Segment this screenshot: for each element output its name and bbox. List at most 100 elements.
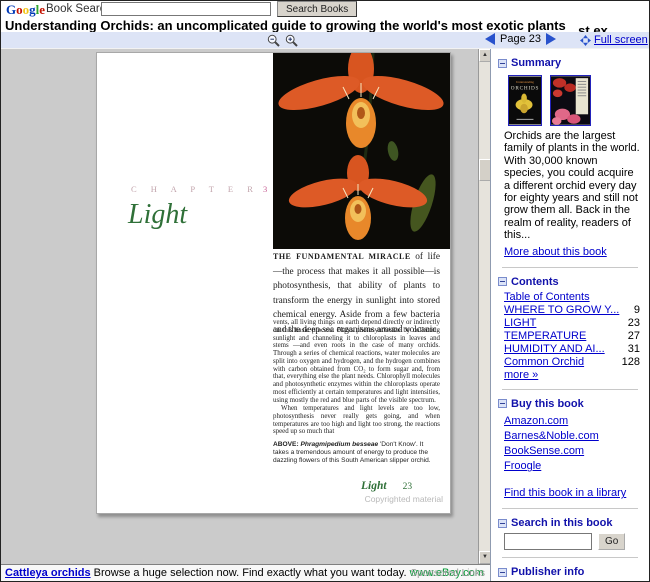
front-cover-thumbnail[interactable]: Understanding ORCHIDS (508, 75, 542, 126)
book-viewer: C H A P T E R 3 Light THE FUNDAMENTAL MI… (1, 49, 490, 564)
zoom-controls (267, 34, 298, 47)
find-in-library-link[interactable]: Find this book in a library (504, 487, 626, 499)
google-book-search-window: Google Book Search Search Books Understa… (0, 0, 650, 582)
photo-caption: ABOVE: Phragmipedium besseae 'Don't Know… (273, 441, 435, 465)
scroll-down-button[interactable]: ▼ (479, 551, 490, 564)
toc-more-link[interactable]: more » (504, 369, 538, 382)
contents-section-header: Contents (498, 276, 650, 288)
section-divider (502, 508, 638, 509)
section-divider (502, 389, 638, 390)
page-title: Understanding Orchids: an uncomplicated … (1, 18, 566, 33)
go-button[interactable]: Go (598, 533, 625, 550)
page-navigation: Page 23 (485, 33, 556, 45)
zoom-out-icon[interactable] (267, 34, 280, 47)
toc-row: Common Orchid 128 (504, 356, 650, 369)
title-row: Understanding Orchids: an uncomplicated … (1, 17, 649, 32)
fullscreen-link[interactable]: Full screen (594, 34, 648, 46)
search-in-book-input[interactable] (504, 533, 592, 550)
orchid-photo (273, 53, 450, 249)
zoom-in-icon[interactable] (285, 34, 298, 47)
buy-link-amazon[interactable]: Amazon.com (504, 415, 568, 427)
chapter-title: Light (128, 199, 187, 231)
svg-text:ORCHIDS: ORCHIDS (511, 86, 539, 92)
toc-row: TEMPERATURE 27 (504, 330, 650, 343)
toc-link[interactable]: LIGHT (504, 317, 536, 330)
scrollbar-thumb[interactable] (479, 159, 490, 181)
toc-page-number: 31 (628, 343, 640, 356)
collapse-minus-icon[interactable] (498, 399, 507, 408)
search-books-button[interactable]: Search Books (277, 1, 357, 17)
toc-page-number: 128 (622, 356, 640, 369)
collapse-minus-icon[interactable] (498, 519, 507, 528)
caption-species: Phragmipedium besseae (300, 441, 378, 448)
toc-row: Table of Contents (504, 291, 650, 304)
copyright-notice: Copyrighted material (365, 494, 443, 504)
lead-phrase: THE FUNDAMENTAL MIRACLE (273, 252, 411, 261)
toc-row: HUMIDITY AND AI... 31 (504, 343, 650, 356)
toc-link[interactable]: HUMIDITY AND AI... (504, 343, 605, 356)
toc-row: WHERE TO GROW Y... 9 (504, 304, 650, 317)
printed-page-number: 23 (403, 482, 413, 492)
buy-link-barnesnoble[interactable]: Barnes&Noble.com (504, 430, 599, 442)
toc-page-number: 9 (634, 304, 640, 317)
fullscreen-control[interactable]: Full screen (580, 34, 648, 46)
toc-page-number: 23 (628, 317, 640, 330)
sponsored-links-bar: Cattleya orchids Browse a huge selection… (1, 564, 490, 581)
section-divider (502, 267, 638, 268)
buy-section-header: Buy this book (498, 398, 650, 410)
body-paragraph: vents, all living things on earth depend… (273, 319, 440, 404)
scroll-up-button[interactable]: ▲ (479, 49, 490, 62)
book-covers: Understanding ORCHIDS (508, 75, 650, 126)
logo-letter: G (6, 2, 16, 17)
viewer-scrollbar[interactable]: ▲ ▼ (478, 49, 490, 564)
search-in-book-heading: Search in this book (511, 517, 612, 529)
toc-row: LIGHT 23 (504, 317, 650, 330)
caption-label: ABOVE: (273, 441, 300, 448)
sidebar: Summary Understanding ORCHIDS (490, 49, 650, 581)
buy-link-froogle[interactable]: Froogle (504, 460, 541, 472)
toc-page-number: 27 (628, 330, 640, 343)
header: Google Book Search Search Books (1, 1, 649, 17)
chapter-heading: C H A P T E R 3 (131, 184, 267, 194)
toc-link[interactable]: TEMPERATURE (504, 330, 586, 343)
search-input[interactable] (101, 2, 271, 16)
collapse-minus-icon[interactable] (498, 277, 507, 286)
summary-text: Orchids are the largest family of plants… (504, 130, 640, 242)
toc-row: more » (504, 369, 650, 382)
search-section-header: Search in this book (498, 517, 650, 529)
page-footer: Light 23 (361, 480, 412, 492)
toc-link[interactable]: Table of Contents (504, 291, 590, 304)
book-page: C H A P T E R 3 Light THE FUNDAMENTAL MI… (96, 52, 451, 514)
publisher-info-heading: Publisher info (511, 566, 584, 578)
summary-section-header: Summary (498, 57, 650, 69)
chapter-word: C H A P T E R (131, 184, 259, 194)
next-page-button[interactable] (546, 33, 556, 45)
summary-heading: Summary (511, 57, 561, 69)
buy-link-booksense[interactable]: BookSense.com (504, 445, 584, 457)
toc-link[interactable]: WHERE TO GROW Y... (504, 304, 619, 317)
search-in-book-row: Go (504, 533, 650, 550)
google-logo[interactable]: Google (6, 2, 45, 18)
body-paragraph-2: When temperatures and light levels are t… (273, 405, 440, 436)
buy-heading: Buy this book (511, 398, 584, 410)
collapse-minus-icon[interactable] (498, 59, 507, 68)
more-about-book-link[interactable]: More about this book (504, 246, 607, 258)
page-number-label: Page 23 (500, 33, 541, 45)
previous-page-button[interactable] (485, 33, 495, 45)
ad-link[interactable]: Cattleya orchids (5, 567, 91, 579)
fullscreen-icon (580, 35, 591, 46)
contents-heading: Contents (511, 276, 559, 288)
logo-letter: e (39, 2, 45, 17)
svg-text:Understanding: Understanding (516, 80, 534, 84)
viewer-toolbar: Page 23 Full screen (1, 32, 649, 49)
publisher-section-header: Publisher info (498, 566, 650, 578)
collapse-minus-icon[interactable] (498, 568, 507, 577)
section-divider (502, 557, 638, 558)
running-chapter-title: Light (361, 480, 387, 492)
back-cover-thumbnail[interactable] (550, 75, 591, 126)
toc-link[interactable]: Common Orchid (504, 356, 584, 369)
ad-text: Browse a huge selection now. Find exactl… (91, 567, 410, 579)
library-link-row: Find this book in a library (504, 483, 650, 501)
chapter-number: 3 (263, 184, 267, 194)
buy-links: Amazon.com Barnes&Noble.com BookSense.co… (504, 413, 650, 474)
